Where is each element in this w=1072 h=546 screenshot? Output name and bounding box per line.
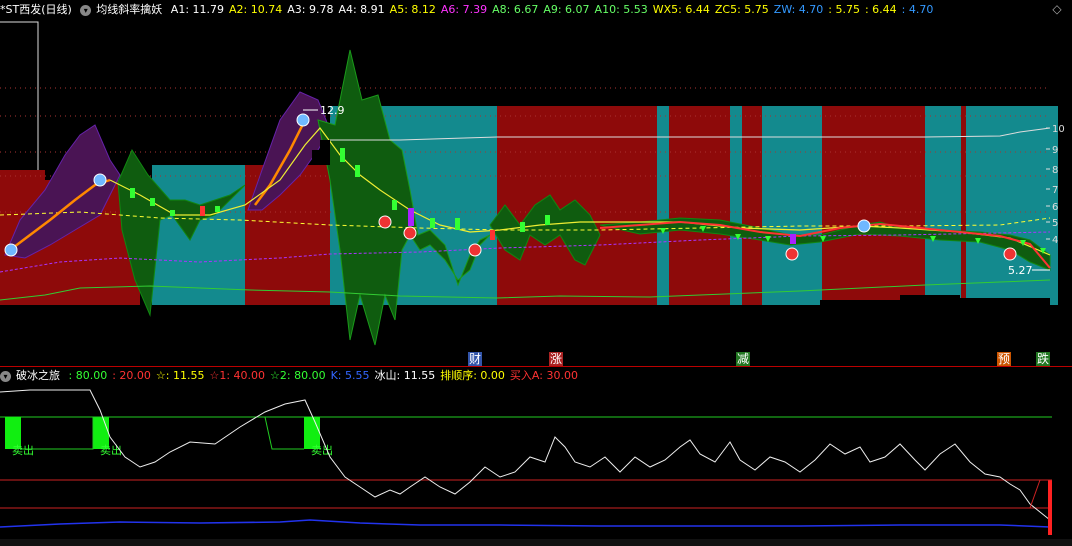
blue-sphere-icon [4,243,18,257]
event-label[interactable]: 减 [736,352,750,367]
event-label[interactable]: 预 [997,352,1011,367]
sub-indicator-value: 买入A: 30.00 [509,369,578,382]
panel-red [669,106,730,305]
y-axis-tick-label: 10 [1052,124,1065,135]
panel-separator [0,366,1072,367]
y-axis-tick-label: 6 [1052,202,1058,213]
red-sphere-icon [1003,247,1017,261]
y-axis-tick-label: 8 [1052,165,1058,176]
candle [520,222,525,232]
sub-indicator-name[interactable]: 破冰之旅 [16,369,60,382]
sell-label: 卖出 [12,443,34,457]
y-axis-tick-label: 9 [1052,145,1058,156]
sub-indicator-value: K: 5.55 [330,369,370,382]
sub-indicator-value: ☆: 11.55 [155,369,205,382]
red-sphere-icon [403,226,417,240]
status-footer [0,539,1072,546]
panel-teal [925,106,961,305]
price-high-label: 12.9 [320,104,345,117]
candle [790,234,796,244]
main-chart[interactable]: 12.9 5.27 10 9 8 7 6 5 4 [0,0,1072,350]
panel-red [822,106,925,305]
blue-sphere-icon [296,113,310,127]
event-label[interactable]: 跌 [1036,352,1050,367]
sub-indicator-value: ☆2: 80.00 [270,369,326,382]
white-frame-line [0,21,39,170]
sell-label: 卖出 [100,443,122,457]
candle [215,206,220,212]
sub-indicator-value: ☆1: 40.00 [209,369,266,382]
sub-indicator-value: 排顺序: 0.00 [440,369,505,382]
candle [455,218,460,230]
candle [545,215,550,225]
panel-teal [762,106,822,305]
blue-k-line [0,519,1051,528]
panel-red [742,106,762,305]
candle [170,210,175,216]
candle [200,206,205,216]
sell-label: 卖出 [311,443,333,457]
sub-indicator-value: 冰山: 11.55 [374,369,436,382]
red-end-bar [1048,480,1052,535]
candle [150,198,155,206]
white-oscillator-line [0,389,1051,521]
green-step-line [264,416,304,450]
sub-chart[interactable]: 卖出 卖出 卖出 [0,382,1072,542]
panel-teal [730,106,742,305]
event-label[interactable]: 涨 [549,352,563,367]
panel-teal [657,106,669,305]
event-label[interactable]: 财 [468,352,482,367]
candle [490,230,495,240]
red-sphere-icon [468,243,482,257]
candle [430,218,435,228]
sub-indicator-menu-icon[interactable]: ▾ [0,370,11,382]
y-axis-tick-label: 7 [1052,185,1058,196]
sub-indicator-value: : 20.00 [112,369,151,382]
candle [355,165,360,177]
red-sphere-icon [378,215,392,229]
candle [130,188,135,198]
sub-indicator-value: : 80.00 [68,369,108,382]
price-low-label: 5.27 [1008,264,1033,277]
candle [408,208,414,226]
sub-indicator-values: : 80.00 : 20.00 ☆: 11.55 ☆1: 40.00 ☆2: 80.00… [69,369,583,382]
red-sphere-icon [785,247,799,261]
panel-red [961,106,966,305]
y-axis-tick-label: 5 [1052,218,1058,229]
candle [340,148,345,162]
y-axis-tick-label: 4 [1052,235,1058,246]
candle [392,200,397,210]
blue-sphere-icon [93,173,107,187]
blue-sphere-icon [857,219,871,233]
panel-teal [152,165,245,305]
